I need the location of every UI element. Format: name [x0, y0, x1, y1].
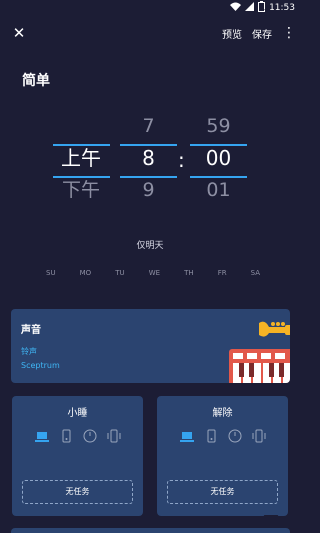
ampm-prev — [52, 110, 110, 142]
weekday-friday[interactable]: FR — [218, 269, 227, 277]
weekday-thursday[interactable]: TH — [184, 269, 194, 277]
status-bar: 1 11:53 — [0, 0, 300, 16]
close-icon[interactable]: ✕ — [10, 24, 28, 42]
battery-level: 1 — [260, 4, 265, 12]
minute-selected: 00 — [205, 146, 232, 170]
minute-prev: 59 — [206, 115, 231, 137]
shake-icon[interactable] — [252, 428, 266, 443]
phone-icon[interactable] — [204, 428, 218, 443]
next-card-peek — [11, 528, 290, 533]
top-bar: ✕ 预览 保存 ⋮ — [0, 22, 300, 46]
snooze-method-icons — [12, 428, 143, 443]
laptop-icon[interactable] — [179, 428, 194, 442]
snooze-task-button[interactable]: 无任务 — [22, 480, 133, 504]
dismiss-card[interactable]: 解除 无任务 — [157, 396, 288, 516]
ampm-next: 下午 — [61, 179, 100, 201]
weekday-wednesday[interactable]: WE — [149, 269, 160, 277]
dismiss-method-icons — [157, 428, 288, 443]
status-time: 11:53 — [269, 3, 295, 13]
laptop-icon[interactable] — [34, 428, 49, 442]
weekday-monday[interactable]: MO — [80, 269, 92, 277]
hour-wheel[interactable]: 7 8 9 — [120, 110, 177, 206]
minute-selection-bottom-line — [190, 176, 247, 178]
trumpet-icon — [257, 317, 290, 341]
ringtone-label: 铃声 — [21, 347, 37, 356]
weekday-selector: SU MO TU WE TH FR SA — [46, 269, 260, 277]
card-notch — [259, 515, 279, 523]
weekday-sunday[interactable]: SU — [46, 269, 56, 277]
minute-wheel[interactable]: 59 00 01 — [190, 110, 247, 206]
snooze-title: 小睡 — [67, 408, 88, 419]
ampm-selection-bottom-line — [53, 176, 110, 178]
more-options-icon[interactable]: ⋮ — [282, 24, 296, 42]
save-button[interactable]: 保存 — [252, 26, 272, 41]
hour-prev: 7 — [142, 115, 155, 137]
wifi-icon — [230, 2, 242, 14]
dismiss-title: 解除 — [212, 408, 233, 419]
time-separator: : — [178, 148, 185, 172]
power-icon[interactable] — [83, 428, 97, 443]
repeat-summary: 仅明天 — [136, 241, 164, 251]
minute-next: 01 — [206, 179, 231, 201]
shake-icon[interactable] — [107, 428, 121, 443]
snooze-card[interactable]: 小睡 无任务 — [12, 396, 143, 516]
preview-button[interactable]: 预览 — [222, 26, 242, 41]
time-picker: 上午 下午 7 8 9 : 59 00 01 — [0, 110, 300, 220]
ampm-selected: 上午 — [61, 146, 101, 170]
ringtone-value: Sceptrum — [21, 361, 60, 370]
ampm-selection-top-line — [53, 144, 110, 146]
weekday-saturday[interactable]: SA — [251, 269, 260, 277]
power-icon[interactable] — [228, 428, 242, 443]
hour-selected: 8 — [142, 146, 155, 170]
sound-card[interactable]: 声音 铃声 Sceptrum — [11, 309, 290, 383]
minute-selection-top-line — [190, 144, 247, 146]
weekday-tuesday[interactable]: TU — [115, 269, 124, 277]
hour-next: 9 — [142, 179, 155, 201]
phone-icon[interactable] — [59, 428, 73, 443]
page-title: 简单 — [22, 73, 50, 89]
top-actions: 预览 保存 ⋮ — [222, 24, 296, 42]
keyboard-icon — [229, 349, 290, 383]
sound-title: 声音 — [21, 325, 41, 336]
signal-icon — [245, 2, 255, 14]
hour-selection-top-line — [120, 144, 177, 146]
hour-selection-bottom-line — [120, 176, 177, 178]
ampm-wheel[interactable]: 上午 下午 — [52, 110, 110, 206]
dismiss-task-button[interactable]: 无任务 — [167, 480, 278, 504]
